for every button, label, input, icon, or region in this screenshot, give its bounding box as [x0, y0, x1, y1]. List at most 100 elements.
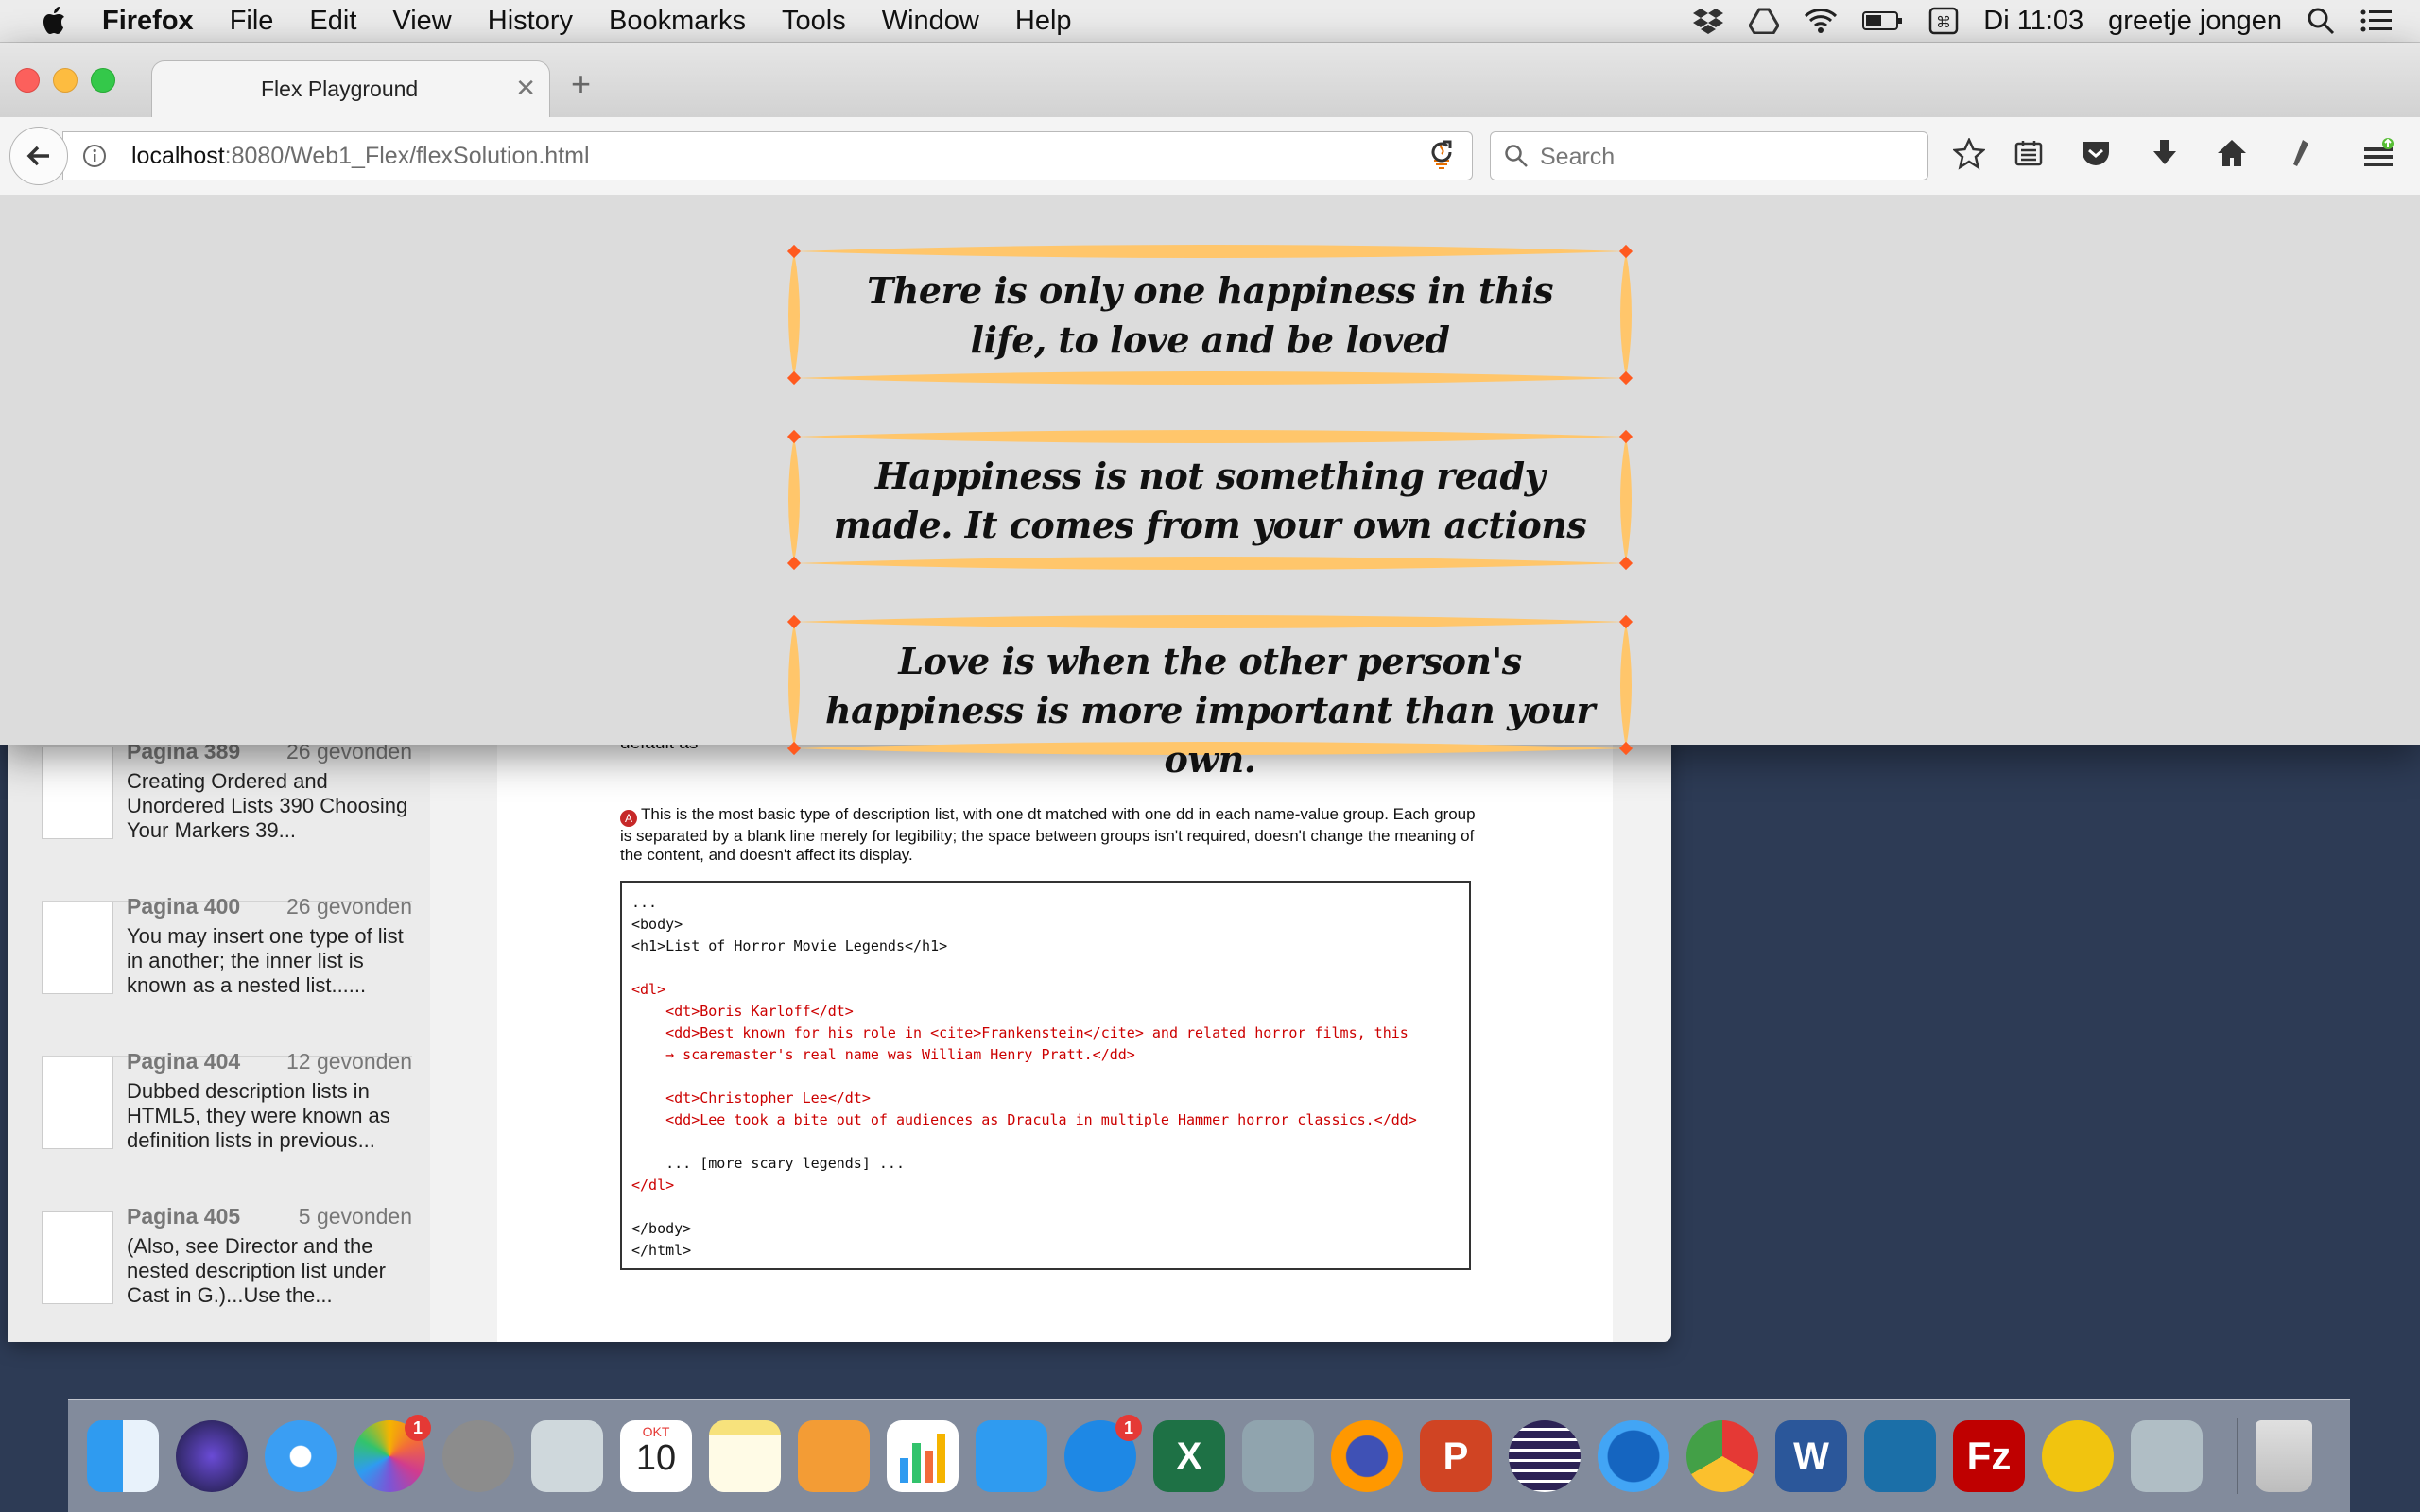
- safari-icon[interactable]: [265, 1419, 337, 1492]
- wifi-icon[interactable]: [1804, 8, 1838, 34]
- back-arrow-icon: [26, 146, 49, 166]
- dropbox-icon[interactable]: [1692, 7, 1724, 35]
- code-line: ... [more scary legends] ...: [631, 1155, 905, 1172]
- new-tab-button[interactable]: +: [571, 64, 591, 104]
- window-minimize-button[interactable]: [53, 68, 78, 93]
- menu-bookmarks[interactable]: Bookmarks: [609, 6, 746, 37]
- siri-icon[interactable]: [176, 1419, 248, 1492]
- launchpad-icon[interactable]: [442, 1419, 514, 1492]
- navigation-bar: localhost:8080/Web1_Flex/flexSolution.ht…: [0, 117, 2420, 196]
- firefox-window: Flex Playground ✕ + localhost:8080/Web1_…: [0, 43, 2420, 781]
- keynote-icon[interactable]: [976, 1419, 1047, 1492]
- menu-tools[interactable]: Tools: [782, 6, 846, 37]
- preview-icon[interactable]: [1242, 1419, 1314, 1492]
- page-content: There is only one happiness in this life…: [0, 195, 2420, 781]
- pocket-icon[interactable]: [2080, 138, 2112, 168]
- menu-help[interactable]: Help: [1015, 6, 1072, 37]
- info-icon[interactable]: [82, 144, 107, 168]
- result-count: 26 gevonden: [285, 894, 412, 919]
- document-paragraph: A This is the most basic type of descript…: [620, 805, 1490, 865]
- menu-edit[interactable]: Edit: [309, 6, 356, 37]
- notification-badge: 1: [1115, 1414, 1142, 1441]
- page-thumbnail: [42, 902, 113, 994]
- reading-list-icon[interactable]: [2014, 138, 2044, 168]
- trash-icon[interactable]: [2256, 1419, 2312, 1492]
- tab-close-icon[interactable]: ✕: [515, 74, 536, 103]
- search-bar[interactable]: Search: [1490, 131, 1928, 180]
- clock[interactable]: Di 11:03: [1983, 6, 2083, 37]
- code-line: <dd>Best known for his role in <cite>Fra…: [631, 1024, 1409, 1041]
- menu-view[interactable]: View: [392, 6, 451, 37]
- sourcetree-icon[interactable]: [1864, 1419, 1936, 1492]
- code-line: ​: [631, 1066, 1460, 1088]
- calendar-month: OKT: [642, 1423, 670, 1439]
- firefox-dev-icon[interactable]: [1598, 1419, 1669, 1492]
- window-close-button[interactable]: [15, 68, 40, 93]
- bookmark-star-icon[interactable]: [1953, 138, 1985, 170]
- document-page: default as AThis is the most basic type …: [497, 728, 1613, 1342]
- developer-tool-icon[interactable]: [2286, 138, 2312, 168]
- search-result[interactable]: Pagina 404 12 gevonden Dubbed descriptio…: [34, 1049, 412, 1211]
- menu-history[interactable]: History: [488, 6, 573, 37]
- hamburger-menu-icon[interactable]: [2361, 138, 2395, 170]
- quote-box: Love is when the other person's happines…: [786, 614, 1634, 781]
- menu-file[interactable]: File: [230, 6, 274, 37]
- paragraph-text: This is the most basic type of descripti…: [620, 805, 1476, 864]
- search-result[interactable]: Pagina 389 26 gevonden Creating Ordered …: [34, 739, 412, 902]
- code-line: ​: [631, 1196, 1460, 1218]
- url-bar[interactable]: localhost:8080/Web1_Flex/flexSolution.ht…: [62, 131, 1473, 180]
- quote-box: There is only one happiness in this life…: [786, 244, 1634, 386]
- spotlight-icon[interactable]: [2307, 7, 2335, 35]
- code-line: <dl>: [631, 981, 666, 998]
- filezilla-icon[interactable]: Fz: [1953, 1419, 2025, 1492]
- notification-center-icon[interactable]: [2360, 8, 2394, 34]
- powerpoint-icon[interactable]: P: [1420, 1419, 1492, 1492]
- search-result[interactable]: Pagina 400 26 gevonden You may insert on…: [34, 894, 412, 1057]
- google-drive-icon[interactable]: [1749, 8, 1780, 34]
- reload-icon[interactable]: [1427, 138, 1456, 166]
- calendar-icon[interactable]: OKT 10: [620, 1419, 692, 1492]
- tab-flex-playground[interactable]: Flex Playground ✕: [151, 60, 550, 118]
- keyboard-command-icon[interactable]: ⌘: [1928, 7, 1959, 35]
- firefox-icon[interactable]: [1331, 1419, 1403, 1492]
- search-result[interactable]: Pagina 405 5 gevonden (Also, see Directo…: [34, 1204, 412, 1355]
- home-icon[interactable]: [2216, 138, 2248, 168]
- code-line: </body>: [631, 1220, 692, 1237]
- back-button[interactable]: [9, 127, 68, 185]
- pages-icon[interactable]: [798, 1419, 870, 1492]
- result-page: Pagina 405: [127, 1204, 241, 1228]
- chrome-icon[interactable]: [1686, 1419, 1758, 1492]
- url-host: localhost: [131, 143, 225, 169]
- result-snippet: Dubbed description lists in HTML5, they …: [127, 1079, 390, 1152]
- excel-icon[interactable]: X: [1153, 1419, 1225, 1492]
- ftp-icon[interactable]: [2042, 1419, 2114, 1492]
- finder-icon[interactable]: [87, 1419, 159, 1492]
- code-line: → scaremaster's real name was William He…: [631, 1046, 1135, 1063]
- code-line: ​: [631, 1131, 1460, 1153]
- apple-icon[interactable]: [36, 2, 74, 40]
- search-results-sidebar: Pagina 389 26 gevonden Creating Ordered …: [8, 728, 430, 1342]
- battery-icon[interactable]: [1862, 9, 1904, 32]
- code-line: <dt>Boris Karloff</dt>: [631, 1003, 854, 1020]
- page-thumbnail: [42, 747, 113, 839]
- quote-box: Happiness is not something ready made. I…: [786, 429, 1634, 571]
- result-count: 5 gevonden: [298, 1204, 412, 1228]
- notes-icon[interactable]: [709, 1419, 781, 1492]
- window-zoom-button[interactable]: [91, 68, 115, 93]
- code-line: <dt>Christopher Lee</dt>: [631, 1090, 871, 1107]
- code-listing: ... <body> <h1>List of Horror Movie Legend…: [620, 881, 1471, 1270]
- menu-firefox[interactable]: Firefox: [102, 6, 194, 37]
- mail-icon[interactable]: [531, 1419, 603, 1492]
- photos-icon[interactable]: 1: [354, 1414, 431, 1492]
- word-icon[interactable]: W: [1775, 1419, 1847, 1492]
- eclipse-icon[interactable]: [1509, 1419, 1581, 1492]
- numbers-icon[interactable]: [887, 1419, 959, 1492]
- menu-window[interactable]: Window: [882, 6, 979, 37]
- printer-icon[interactable]: [2131, 1419, 2203, 1492]
- notification-badge: 1: [405, 1414, 431, 1441]
- calendar-day: 10: [635, 1437, 677, 1478]
- downloads-icon[interactable]: [2150, 138, 2180, 168]
- result-page: Pagina 400: [127, 894, 241, 919]
- appstore-icon[interactable]: 1: [1064, 1414, 1142, 1492]
- user-name[interactable]: greetje jongen: [2108, 6, 2282, 37]
